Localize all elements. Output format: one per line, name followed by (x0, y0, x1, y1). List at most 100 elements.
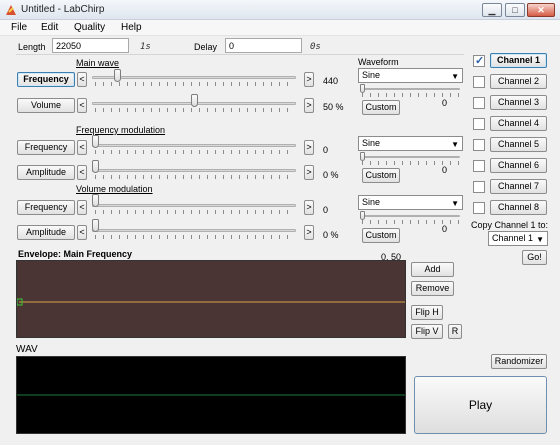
main-frequency-slider[interactable] (113, 69, 121, 82)
reset-button[interactable]: R (448, 324, 462, 339)
menu-file[interactable]: File (11, 22, 27, 33)
freq-mod-frequency-ticks (95, 150, 295, 154)
main-frequency-value: 440 (323, 76, 339, 86)
freq-mod-amplitude-slider[interactable] (92, 160, 99, 173)
channel-3-checkbox[interactable] (473, 97, 485, 109)
main-shape-track (362, 88, 460, 90)
envelope-title: Envelope: Main Frequency (18, 249, 133, 259)
main-waveform-value: Sine (362, 70, 381, 80)
vol-mod-amplitude-decrease[interactable]: < (77, 225, 87, 240)
copy-target-select[interactable]: Channel 1 ▼ (488, 231, 548, 246)
menu-help[interactable]: Help (121, 22, 142, 33)
freq-mod-amplitude-ticks (95, 175, 295, 179)
vol-mod-frequency-slider[interactable] (92, 194, 99, 207)
main-waveform-select[interactable]: Sine ▼ (358, 68, 463, 83)
chevron-down-icon: ▼ (451, 199, 459, 208)
freq-mod-shape-slider[interactable] (360, 152, 365, 161)
vol-mod-waveform-select[interactable]: Sine ▼ (358, 195, 463, 210)
delay-label: Delay (194, 42, 218, 52)
freq-mod-amplitude-track (92, 169, 296, 172)
app-logo-icon (6, 5, 16, 15)
flip-h-button[interactable]: Flip H (411, 305, 443, 320)
randomizer-button[interactable]: Randomizer (491, 354, 547, 369)
main-frequency-button[interactable]: Frequency (17, 72, 75, 87)
channel-2-button[interactable]: Channel 2 (490, 74, 547, 89)
freq-mod-waveform-select[interactable]: Sine ▼ (358, 136, 463, 151)
channel-6-button[interactable]: Channel 6 (490, 158, 547, 173)
wav-label: WAV (16, 344, 38, 355)
vol-mod-title: Volume modulation (76, 184, 153, 194)
vol-mod-shape-value: 0 (442, 224, 448, 234)
vol-mod-frequency-increase[interactable]: > (304, 200, 314, 215)
play-button[interactable]: Play (414, 376, 547, 434)
channel-3-button[interactable]: Channel 3 (490, 95, 547, 110)
vol-mod-shape-track (362, 215, 460, 217)
waveform-label: Waveform (358, 57, 399, 67)
freq-mod-waveform-value: Sine (362, 138, 381, 148)
freq-mod-amplitude-increase[interactable]: > (304, 165, 314, 180)
vol-mod-frequency-decrease[interactable]: < (77, 200, 87, 215)
main-shape-ticks (362, 93, 460, 97)
channel-7-button[interactable]: Channel 7 (490, 179, 547, 194)
channel-1-button[interactable]: Channel 1 (490, 53, 547, 68)
vol-mod-frequency-track (92, 204, 296, 207)
vol-mod-frequency-button[interactable]: Frequency (17, 200, 75, 215)
channel-6-checkbox[interactable] (473, 160, 485, 172)
channel-5-checkbox[interactable] (473, 139, 485, 151)
channel-7-checkbox[interactable] (473, 181, 485, 193)
main-shape-slider[interactable] (360, 84, 365, 93)
freq-mod-amplitude-value: 0 % (323, 170, 339, 180)
channel-1-checkbox[interactable] (473, 54, 485, 67)
main-frequency-ticks (95, 82, 295, 86)
flip-v-button[interactable]: Flip V (411, 324, 443, 339)
go-button[interactable]: Go! (522, 250, 547, 265)
menu-quality[interactable]: Quality (74, 22, 105, 33)
close-button[interactable]: ✕ (527, 3, 555, 17)
channel-5-button[interactable]: Channel 5 (490, 137, 547, 152)
vol-mod-amplitude-track (92, 229, 296, 232)
freq-mod-frequency-increase[interactable]: > (304, 140, 314, 155)
freq-mod-frequency-slider[interactable] (92, 135, 99, 148)
maximize-button[interactable]: □ (505, 3, 525, 17)
freq-mod-title: Frequency modulation (76, 125, 166, 135)
length-input[interactable]: 22050 (52, 38, 129, 53)
vol-mod-waveform-value: Sine (362, 197, 381, 207)
channel-4-checkbox[interactable] (473, 118, 485, 130)
wav-canvas (17, 394, 405, 396)
main-volume-increase[interactable]: > (304, 98, 314, 113)
length-label: Length (18, 42, 46, 52)
main-volume-decrease[interactable]: < (77, 98, 87, 113)
length-unit: 1s (140, 42, 151, 52)
vol-mod-custom-button[interactable]: Custom (362, 228, 400, 243)
main-frequency-decrease[interactable]: < (77, 72, 87, 87)
vol-mod-amplitude-increase[interactable]: > (304, 225, 314, 240)
envelope-editor[interactable] (16, 260, 406, 338)
vol-mod-amplitude-button[interactable]: Amplitude (17, 225, 75, 240)
channel-2-checkbox[interactable] (473, 76, 485, 88)
freq-mod-amplitude-decrease[interactable]: < (77, 165, 87, 180)
freq-mod-custom-button[interactable]: Custom (362, 168, 400, 183)
channel-4-button[interactable]: Channel 4 (490, 116, 547, 131)
menu-edit[interactable]: Edit (41, 22, 58, 33)
add-button[interactable]: Add (411, 262, 454, 277)
main-frequency-increase[interactable]: > (304, 72, 314, 87)
main-custom-button[interactable]: Custom (362, 100, 400, 115)
freq-mod-amplitude-button[interactable]: Amplitude (17, 165, 75, 180)
main-volume-slider[interactable] (190, 94, 198, 107)
remove-button[interactable]: Remove (411, 281, 454, 296)
freq-mod-shape-value: 0 (442, 165, 448, 175)
freq-mod-frequency-button[interactable]: Frequency (17, 140, 75, 155)
chevron-down-icon: ▼ (451, 72, 459, 81)
channel-8-button[interactable]: Channel 8 (490, 200, 547, 215)
vol-mod-shape-slider[interactable] (360, 211, 365, 220)
copy-channel-label: Copy Channel 1 to: (471, 220, 549, 230)
chevron-down-icon: ▼ (536, 235, 544, 244)
minimize-button[interactable]: ▁ (482, 3, 502, 17)
vol-mod-amplitude-slider[interactable] (92, 219, 99, 232)
vol-mod-amplitude-value: 0 % (323, 230, 339, 240)
delay-input[interactable]: 0 (225, 38, 302, 53)
main-volume-button[interactable]: Volume (17, 98, 75, 113)
channel-8-checkbox[interactable] (473, 202, 485, 214)
freq-mod-frequency-decrease[interactable]: < (77, 140, 87, 155)
delay-unit: 0s (310, 42, 321, 52)
